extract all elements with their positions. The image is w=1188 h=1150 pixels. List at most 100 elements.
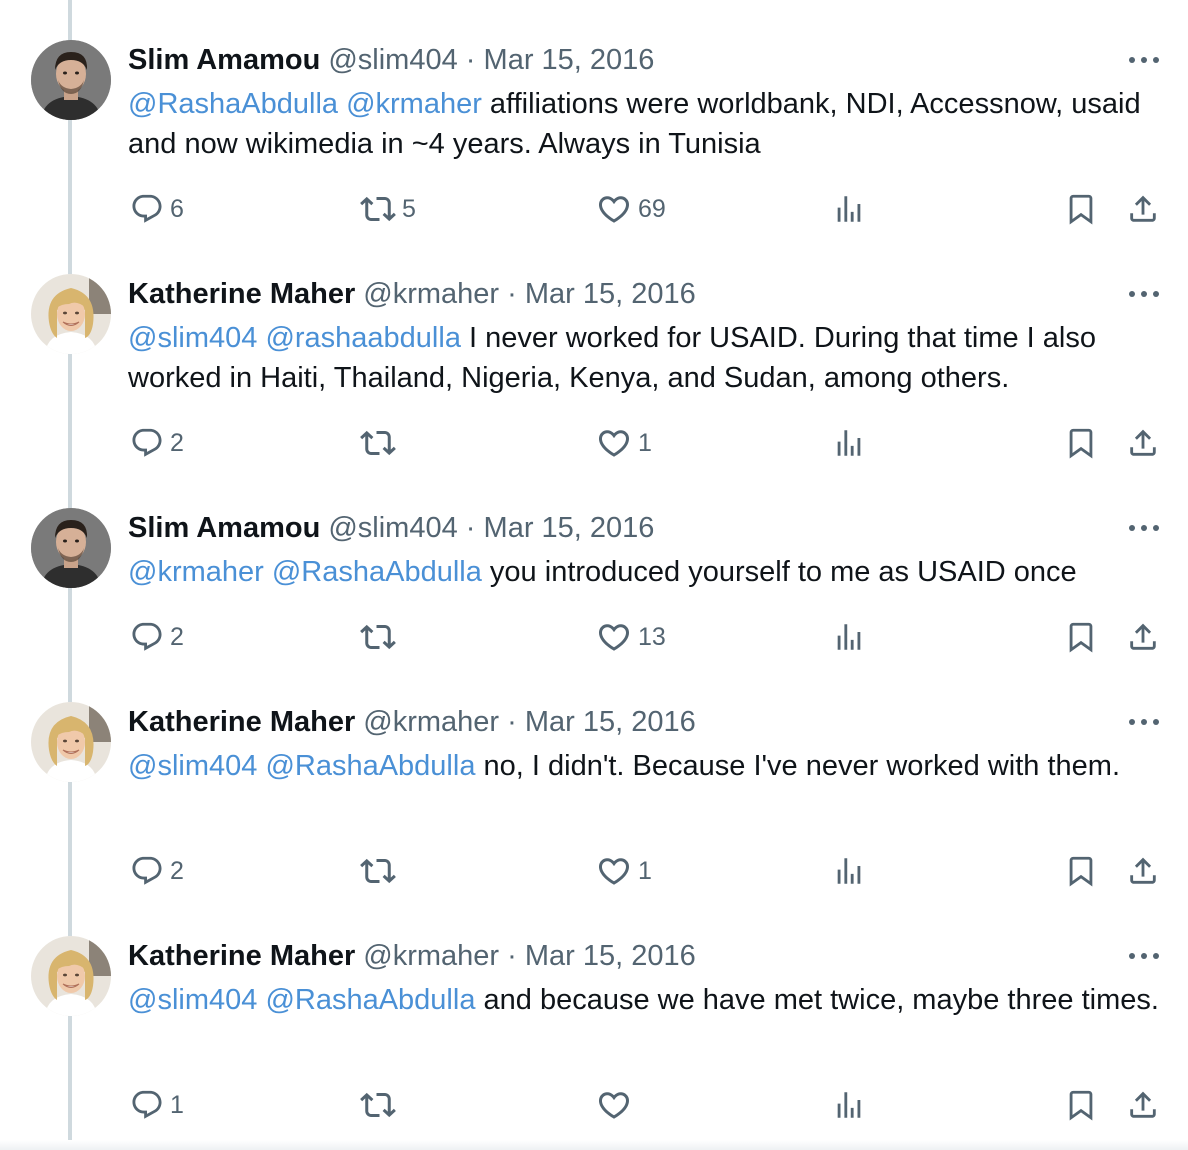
share-button[interactable] xyxy=(1126,189,1160,229)
author-name[interactable]: Katherine Maher xyxy=(128,706,355,738)
retweet-icon xyxy=(360,853,396,889)
reply-icon xyxy=(130,192,164,226)
more-options-button[interactable] xyxy=(1124,518,1164,538)
author-handle[interactable]: @krmaher xyxy=(363,940,499,972)
avatar[interactable] xyxy=(31,40,111,120)
bookmark-button[interactable] xyxy=(1064,617,1098,657)
tweet-text: @slim404 @RashaAbdulla no, I didn't. Bec… xyxy=(128,746,1168,786)
tweet-header: Katherine Maher @krmaher · Mar 15, 2016 xyxy=(128,276,696,312)
retweet-icon xyxy=(360,191,396,227)
author-handle[interactable]: @slim404 xyxy=(328,44,457,76)
more-options-button[interactable] xyxy=(1124,946,1164,966)
tweet-date[interactable]: Mar 15, 2016 xyxy=(484,44,655,76)
woman-avatar-icon xyxy=(31,936,111,1016)
reply-button[interactable]: 2 xyxy=(130,851,184,891)
heart-icon xyxy=(596,1087,632,1123)
author-name[interactable]: Slim Amamou xyxy=(128,44,320,76)
retweet-button[interactable] xyxy=(360,851,402,891)
tweet-text: @RashaAbdulla @krmaher affiliations were… xyxy=(128,84,1168,164)
retweet-icon xyxy=(360,425,396,461)
avatar[interactable] xyxy=(31,702,111,782)
reply-button[interactable]: 2 xyxy=(130,423,184,463)
retweet-button[interactable] xyxy=(360,1085,402,1125)
like-button[interactable]: 1 xyxy=(596,851,652,891)
tweet-header: Katherine Maher @krmaher · Mar 15, 2016 xyxy=(128,704,696,740)
views-button[interactable] xyxy=(832,423,866,463)
woman-avatar-icon xyxy=(31,702,111,782)
mention-link[interactable]: @krmaher xyxy=(128,556,264,588)
avatar[interactable] xyxy=(31,274,111,354)
retweet-button[interactable] xyxy=(360,617,402,657)
man-avatar-icon xyxy=(31,508,111,588)
like-button[interactable]: 1 xyxy=(596,423,652,463)
mention-link[interactable]: @RashaAbdulla xyxy=(265,984,475,1016)
share-icon xyxy=(1126,192,1160,226)
views-button[interactable] xyxy=(832,617,866,657)
share-button[interactable] xyxy=(1126,617,1160,657)
tweet-date[interactable]: Mar 15, 2016 xyxy=(525,706,696,738)
mention-link[interactable]: @RashaAbdulla xyxy=(128,88,338,120)
tweet-date[interactable]: Mar 15, 2016 xyxy=(484,512,655,544)
bottom-edge-shadow xyxy=(0,1140,1188,1150)
mention-link[interactable]: @RashaAbdulla xyxy=(272,556,482,588)
reply-button[interactable]: 6 xyxy=(130,189,184,229)
share-button[interactable] xyxy=(1126,1085,1160,1125)
avatar[interactable] xyxy=(31,936,111,1016)
heart-icon xyxy=(596,425,632,461)
tweet-body: no, I didn't. Because I've never worked … xyxy=(475,750,1121,782)
mention-link[interactable]: @slim404 xyxy=(128,322,257,354)
share-button[interactable] xyxy=(1126,423,1160,463)
like-button[interactable]: 69 xyxy=(596,189,666,229)
reply-button[interactable]: 1 xyxy=(130,1085,184,1125)
tweet-date[interactable]: Mar 15, 2016 xyxy=(525,278,696,310)
share-button[interactable] xyxy=(1126,851,1160,891)
action-bar: 2 13 xyxy=(0,617,1188,657)
author-name[interactable]: Slim Amamou xyxy=(128,512,320,544)
reply-count: 6 xyxy=(170,194,184,223)
author-handle[interactable]: @slim404 xyxy=(328,512,457,544)
mention-link[interactable]: @rashaabdulla xyxy=(265,322,461,354)
author-name[interactable]: Katherine Maher xyxy=(128,278,355,310)
more-options-button[interactable] xyxy=(1124,284,1164,304)
retweet-button[interactable]: 5 xyxy=(360,189,416,229)
mention-link[interactable]: @RashaAbdulla xyxy=(265,750,475,782)
bookmark-button[interactable] xyxy=(1064,423,1098,463)
bookmark-icon xyxy=(1064,192,1098,226)
bookmark-button[interactable] xyxy=(1064,1085,1098,1125)
heart-icon xyxy=(596,619,632,655)
more-options-button[interactable] xyxy=(1124,712,1164,732)
views-button[interactable] xyxy=(832,189,866,229)
views-button[interactable] xyxy=(832,1085,866,1125)
views-chart-icon xyxy=(832,426,866,460)
mention-link[interactable]: @krmaher xyxy=(346,88,482,120)
like-button[interactable]: 13 xyxy=(596,617,666,657)
reply-count: 2 xyxy=(170,622,184,651)
bookmark-button[interactable] xyxy=(1064,189,1098,229)
heart-icon xyxy=(596,191,632,227)
views-button[interactable] xyxy=(832,851,866,891)
author-name[interactable]: Katherine Maher xyxy=(128,940,355,972)
tweet-text: @slim404 @rashaabdulla I never worked fo… xyxy=(128,318,1168,398)
mention-link[interactable]: @slim404 xyxy=(128,984,257,1016)
views-chart-icon xyxy=(832,1088,866,1122)
separator-dot: · xyxy=(465,44,476,76)
author-handle[interactable]: @krmaher xyxy=(363,706,499,738)
share-icon xyxy=(1126,620,1160,654)
reply-icon xyxy=(130,854,164,888)
like-button[interactable] xyxy=(596,1085,638,1125)
more-dots-icon xyxy=(1124,284,1164,304)
more-options-button[interactable] xyxy=(1124,50,1164,70)
share-icon xyxy=(1126,426,1160,460)
separator-dot: · xyxy=(465,512,476,544)
reply-button[interactable]: 2 xyxy=(130,617,184,657)
more-dots-icon xyxy=(1124,50,1164,70)
avatar[interactable] xyxy=(31,508,111,588)
mention-link[interactable]: @slim404 xyxy=(128,750,257,782)
more-dots-icon xyxy=(1124,518,1164,538)
tweet-header: Slim Amamou @slim404 · Mar 15, 2016 xyxy=(128,42,654,78)
author-handle[interactable]: @krmaher xyxy=(363,278,499,310)
action-bar: 2 1 xyxy=(0,851,1188,891)
tweet-date[interactable]: Mar 15, 2016 xyxy=(525,940,696,972)
retweet-button[interactable] xyxy=(360,423,402,463)
bookmark-button[interactable] xyxy=(1064,851,1098,891)
